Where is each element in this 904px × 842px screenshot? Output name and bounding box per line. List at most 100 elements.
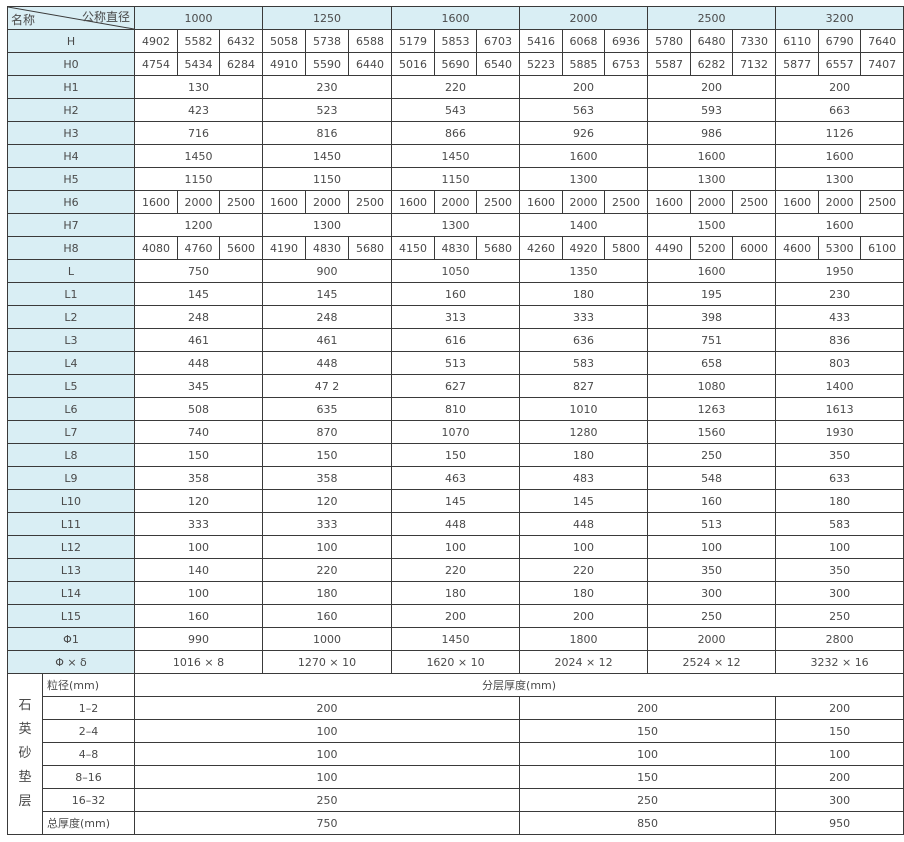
diameter-header: 2000 bbox=[519, 6, 649, 30]
table-cell: 1450 bbox=[391, 627, 521, 651]
header-row: 公称直径 名称 1000 1250 1600 2000 2500 3200 bbox=[7, 6, 904, 30]
table-cell: 926 bbox=[519, 121, 649, 145]
table-cell: 1450 bbox=[262, 144, 393, 168]
dimension-name: L1 bbox=[7, 282, 135, 306]
table-cell: 2500 bbox=[732, 190, 777, 214]
thickness-cell: 200 bbox=[775, 696, 904, 720]
table-cell: 333 bbox=[519, 305, 649, 329]
table-cell: 816 bbox=[262, 121, 393, 145]
dimension-name: H0 bbox=[7, 52, 135, 76]
table-row: Φ × δ 1016 × 8 1270 × 10 1620 × 10 2024 × 12… bbox=[7, 650, 904, 674]
thickness-cell: 150 bbox=[519, 765, 777, 789]
grain-size-cell: 8–16 bbox=[42, 765, 135, 789]
dimension-name: Φ1 bbox=[7, 627, 135, 651]
table-cell: 6753 bbox=[604, 52, 649, 76]
table-cell: 6000 bbox=[732, 236, 777, 260]
table-cell: 180 bbox=[519, 443, 649, 467]
table-cell: 220 bbox=[391, 75, 521, 99]
dimension-name: L bbox=[7, 259, 135, 283]
table-cell: 1126 bbox=[775, 121, 904, 145]
diameter-header: 1250 bbox=[262, 6, 393, 30]
table-cell: 2500 bbox=[348, 190, 393, 214]
table-cell: 448 bbox=[133, 351, 264, 375]
table-cell: 627 bbox=[391, 374, 521, 398]
table-cell: 160 bbox=[391, 282, 521, 306]
table-cell: 810 bbox=[391, 397, 521, 421]
table-cell: 1600 bbox=[262, 190, 307, 214]
grain-size-cell: 4–8 bbox=[42, 742, 135, 766]
table-cell: 4902 bbox=[134, 29, 178, 53]
table-cell: 836 bbox=[775, 328, 904, 352]
table-cell: 4830 bbox=[434, 236, 478, 260]
table-cell: 250 bbox=[647, 443, 777, 467]
table-cell: 1270 × 10 bbox=[262, 650, 393, 674]
table-row: L15 160 160 200 200 250 250 bbox=[7, 604, 904, 628]
table-cell: 333 bbox=[262, 512, 393, 536]
table-cell: 145 bbox=[391, 489, 521, 513]
table-cell: 740 bbox=[133, 420, 264, 444]
quartz-label-char: 层 bbox=[18, 794, 32, 809]
table-cell: 5179 bbox=[391, 29, 436, 53]
table-cell: 145 bbox=[519, 489, 649, 513]
table-cell: 448 bbox=[391, 512, 521, 536]
table-cell: 1600 bbox=[647, 190, 692, 214]
table-cell: 5780 bbox=[647, 29, 692, 53]
quartz-label-char: 英 bbox=[18, 722, 32, 737]
table-cell: 2524 × 12 bbox=[647, 650, 777, 674]
table-cell: 248 bbox=[133, 305, 264, 329]
table-cell: 986 bbox=[647, 121, 777, 145]
table-cell: 2000 bbox=[818, 190, 862, 214]
table-cell: 140 bbox=[133, 558, 264, 582]
table-cell: 200 bbox=[391, 604, 521, 628]
thickness-cell: 100 bbox=[133, 719, 521, 743]
table-cell: 1300 bbox=[519, 167, 649, 191]
table-cell: 220 bbox=[391, 558, 521, 582]
dimension-name: L7 bbox=[7, 420, 135, 444]
table-cell: 2024 × 12 bbox=[519, 650, 649, 674]
table-row: H 4902 5582 6432 5058 5738 6588 5179 5853 6703 541… bbox=[7, 29, 904, 53]
table-cell: 461 bbox=[262, 328, 393, 352]
table-cell: 2500 bbox=[476, 190, 521, 214]
table-cell: 1400 bbox=[519, 213, 649, 237]
table-cell: 1150 bbox=[391, 167, 521, 191]
dimension-name: L4 bbox=[7, 351, 135, 375]
table-cell: 448 bbox=[262, 351, 393, 375]
table-cell: 1600 bbox=[134, 190, 178, 214]
table-cell: 1200 bbox=[133, 213, 264, 237]
table-cell: 2000 bbox=[305, 190, 350, 214]
table-cell: 350 bbox=[647, 558, 777, 582]
table-row: L6 508 635 810 1010 1263 1613 bbox=[7, 397, 904, 421]
table-cell: 543 bbox=[391, 98, 521, 122]
table-cell: 548 bbox=[647, 466, 777, 490]
dimension-name: L9 bbox=[7, 466, 135, 490]
total-cell: 850 bbox=[519, 811, 777, 835]
table-cell: 866 bbox=[391, 121, 521, 145]
dimension-name: L2 bbox=[7, 305, 135, 329]
table-cell: 463 bbox=[391, 466, 521, 490]
dimension-name: L8 bbox=[7, 443, 135, 467]
table-cell: 2500 bbox=[860, 190, 904, 214]
table-cell: 1560 bbox=[647, 420, 777, 444]
table-cell: 160 bbox=[262, 604, 393, 628]
table-cell: 6432 bbox=[218, 29, 264, 53]
quartz-row: 4–8 100 100 100 bbox=[8, 742, 904, 766]
table-cell: 716 bbox=[133, 121, 264, 145]
corner-row-label: 名称 bbox=[11, 13, 36, 27]
table-cell: 5300 bbox=[818, 236, 862, 260]
table-cell: 200 bbox=[775, 75, 904, 99]
table-cell: 7640 bbox=[860, 29, 904, 53]
thickness-cell: 250 bbox=[519, 788, 777, 812]
table-row: H4 1450 1450 1450 1600 1600 1600 bbox=[7, 144, 904, 168]
table-cell: 5223 bbox=[519, 52, 564, 76]
table-cell: 803 bbox=[775, 351, 904, 375]
table-cell: 1010 bbox=[519, 397, 649, 421]
table-cell: 2000 bbox=[177, 190, 220, 214]
table-row: L10 120 120 145 145 160 180 bbox=[7, 489, 904, 513]
table-cell: 6557 bbox=[818, 52, 862, 76]
table-cell: 4760 bbox=[177, 236, 220, 260]
table-cell: 200 bbox=[519, 604, 649, 628]
table-cell: 1600 bbox=[519, 144, 649, 168]
table-cell: 100 bbox=[262, 535, 393, 559]
table-cell: 4080 bbox=[134, 236, 178, 260]
total-label: 总厚度(mm) bbox=[42, 811, 135, 835]
